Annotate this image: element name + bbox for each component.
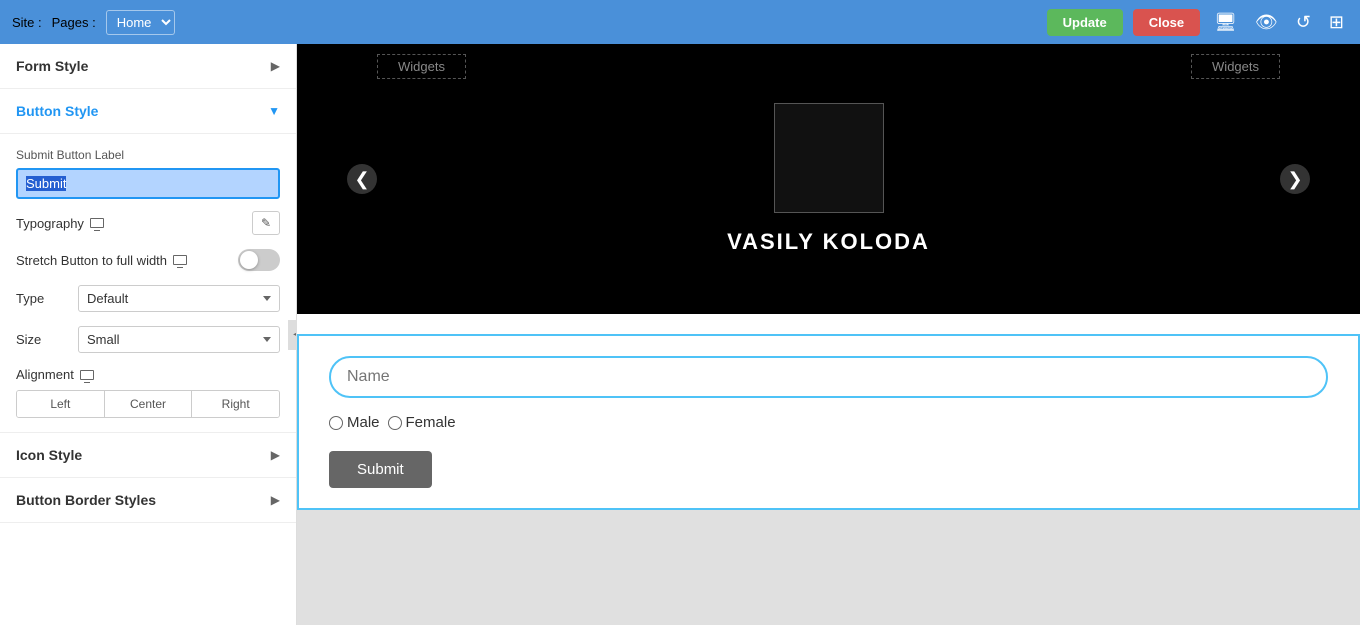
- left-panel: Form Style ▶ Button Style ▼ Submit Butto…: [0, 44, 297, 625]
- top-bar: Site : Pages : Home Update Close 🖥 👁 ↺ ⊞: [0, 0, 1360, 44]
- form-style-title: Form Style: [16, 58, 88, 74]
- size-label: Size: [16, 332, 66, 347]
- form-section: Male Female Submit: [297, 334, 1360, 510]
- button-border-styles-title: Button Border Styles: [16, 492, 156, 508]
- right-arrow-icon: ❯: [1287, 169, 1302, 190]
- name-input[interactable]: [329, 356, 1328, 398]
- site-label: Site :: [12, 15, 42, 30]
- radio-male: Male: [329, 414, 380, 431]
- button-border-styles-section[interactable]: Button Border Styles ▶: [0, 478, 296, 523]
- submit-button[interactable]: Submit: [329, 451, 432, 488]
- hero-image: [774, 103, 884, 213]
- stretch-toggle[interactable]: [238, 249, 280, 271]
- type-row: Type Default Primary Secondary: [16, 285, 280, 312]
- canvas-area: Widgets Widgets ❮ ❯ VASILY KOLODA: [297, 44, 1360, 625]
- alignment-monitor-icon: [80, 370, 94, 380]
- radio-male-label: Male: [347, 414, 380, 431]
- submit-label-input[interactable]: [16, 168, 280, 199]
- alignment-row: Alignment Left Center Right: [16, 367, 280, 418]
- icon-style-section[interactable]: Icon Style ▶: [0, 433, 296, 478]
- align-right-button[interactable]: Right: [192, 391, 279, 417]
- radio-group: Male Female: [329, 414, 1328, 431]
- pencil-icon: ✎: [261, 216, 271, 230]
- align-center-button[interactable]: Center: [105, 391, 193, 417]
- typography-label: Typography: [16, 216, 104, 231]
- hero-name: VASILY KOLODA: [727, 229, 930, 255]
- spacer: [297, 314, 1360, 334]
- submit-button-label-label: Submit Button Label: [16, 148, 280, 162]
- size-select[interactable]: Small Medium Large: [78, 326, 280, 353]
- hero-nav-right[interactable]: ❯: [1280, 164, 1310, 194]
- hero-widgets-right: Widgets: [1191, 54, 1280, 79]
- radio-female: Female: [388, 414, 456, 431]
- button-style-title: Button Style: [16, 103, 98, 119]
- icon-style-title: Icon Style: [16, 447, 82, 463]
- history-icon[interactable]: ↺: [1292, 8, 1315, 37]
- form-style-section[interactable]: Form Style ▶: [0, 44, 296, 89]
- monitor-icon: [90, 218, 104, 228]
- form-style-arrow: ▶: [271, 59, 280, 73]
- alignment-label: Alignment: [16, 367, 280, 382]
- collapse-handle[interactable]: ◀: [288, 320, 297, 350]
- icon-style-arrow: ▶: [271, 448, 280, 462]
- stretch-label: Stretch Button to full width: [16, 253, 187, 268]
- left-arrow-icon: ❮: [354, 169, 369, 190]
- canvas-inner: Widgets Widgets ❮ ❯ VASILY KOLODA: [297, 44, 1360, 510]
- alignment-buttons: Left Center Right: [16, 390, 280, 418]
- typography-row: Typography ✎: [16, 211, 280, 235]
- hero-nav-left[interactable]: ❮: [347, 164, 377, 194]
- radio-male-circle[interactable]: [329, 416, 343, 430]
- main-layout: Form Style ▶ Button Style ▼ Submit Butto…: [0, 44, 1360, 625]
- button-border-styles-arrow: ▶: [271, 493, 280, 507]
- pages-label: Pages :: [52, 15, 96, 30]
- button-style-content: Submit Button Label Typography ✎ Stretch…: [0, 134, 296, 433]
- type-select[interactable]: Default Primary Secondary: [78, 285, 280, 312]
- layout-icon[interactable]: ⊞: [1325, 8, 1348, 37]
- close-button[interactable]: Close: [1133, 9, 1200, 36]
- pages-select[interactable]: Home: [106, 10, 175, 35]
- radio-female-circle[interactable]: [388, 416, 402, 430]
- stretch-monitor-icon: [173, 255, 187, 265]
- update-button[interactable]: Update: [1047, 9, 1123, 36]
- size-row: Size Small Medium Large: [16, 326, 280, 353]
- align-left-button[interactable]: Left: [17, 391, 105, 417]
- button-style-section[interactable]: Button Style ▼: [0, 89, 296, 134]
- button-style-arrow: ▼: [268, 104, 280, 118]
- type-label: Type: [16, 291, 66, 306]
- typography-edit-button[interactable]: ✎: [252, 211, 280, 235]
- eye-icon[interactable]: 👁: [1251, 8, 1282, 37]
- hero-section: Widgets Widgets ❮ ❯ VASILY KOLODA: [297, 44, 1360, 314]
- radio-female-label: Female: [406, 414, 456, 431]
- desktop-icon[interactable]: 🖥: [1210, 8, 1241, 37]
- stretch-row: Stretch Button to full width: [16, 249, 280, 271]
- hero-widgets-left: Widgets: [377, 54, 466, 79]
